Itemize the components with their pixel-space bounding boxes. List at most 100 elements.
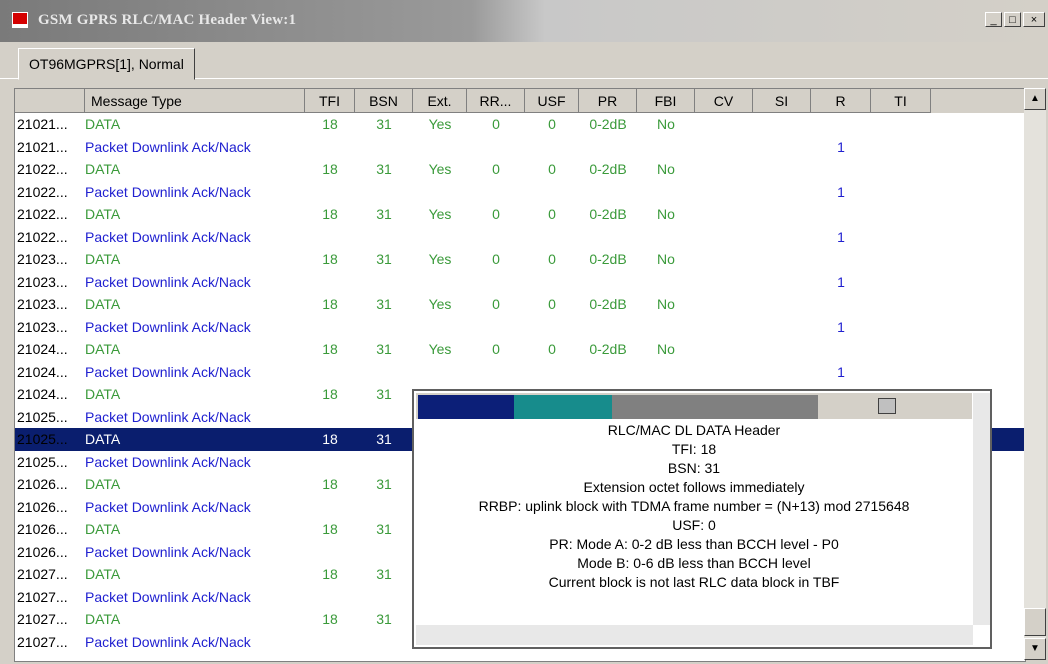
table-row[interactable]: 21022... DATA 18 31 Yes 0 0 0-2dB No	[15, 158, 1025, 181]
cell-rr: 0	[492, 206, 500, 222]
window-title: GSM GPRS RLC/MAC Header View:1	[38, 12, 297, 28]
cell-ext: Yes	[428, 206, 452, 222]
column-header-fbi[interactable]: FBI	[637, 89, 695, 113]
cell-pr: 0-2dB	[589, 161, 627, 177]
close-button[interactable]: ×	[1023, 12, 1045, 27]
table-row[interactable]: 21023... DATA 18 31 Yes 0 0 0-2dB No	[15, 248, 1025, 271]
table-row[interactable]: 21023... DATA 18 31 Yes 0 0 0-2dB No	[15, 293, 1025, 316]
column-header-usf[interactable]: USF	[525, 89, 579, 113]
tab-ot96mgprs[interactable]: OT96MGPRS[1], Normal	[18, 48, 195, 80]
row-id: 21025...	[17, 453, 68, 470]
column-header-ti[interactable]: TI	[871, 89, 931, 113]
column-header-si[interactable]: SI	[753, 89, 811, 113]
row-id: 21024...	[17, 341, 68, 357]
table-row[interactable]: 21022... Packet Downlink Ack/Nack 1	[15, 226, 1025, 249]
table-row[interactable]: 21021... DATA 18 31 Yes 0 0 0-2dB No	[15, 113, 1025, 136]
cell-fbi: No	[657, 251, 675, 267]
cell-bsn: 31	[376, 341, 392, 357]
tab-strip: OT96MGPRS[1], Normal	[0, 42, 1048, 84]
minimize-button[interactable]: _	[985, 12, 1002, 27]
cell-type: Packet Downlink Ack/Nack	[85, 138, 251, 155]
title-bar[interactable]: GSM GPRS RLC/MAC Header View:1 _ □ ×	[0, 0, 1048, 42]
cell-type: Packet Downlink Ack/Nack	[85, 318, 251, 335]
header-detail-popup[interactable]: × RLC/MAC DL DATA Header TFI: 18 BSN: 31 Ex…	[412, 389, 992, 649]
cell-bsn: 31	[376, 296, 392, 312]
popup-line: BSN: 31	[667, 460, 721, 476]
scroll-up-button[interactable]: ▲	[1024, 88, 1046, 110]
cell-rr: 0	[492, 161, 500, 177]
cell-tfi: 18	[322, 341, 338, 357]
cell-type: Packet Downlink Ack/Nack	[85, 543, 251, 560]
row-id: 21022...	[17, 228, 68, 245]
cell-bsn: 31	[376, 521, 392, 537]
cell-type: DATA	[85, 251, 121, 267]
row-id: 21021...	[17, 138, 68, 155]
vertical-scrollbar[interactable]: ▲ ▼	[1024, 88, 1046, 660]
row-id: 21027...	[17, 633, 68, 650]
print-icon[interactable]	[878, 398, 896, 414]
cell-bsn: 31	[376, 611, 392, 627]
popup-horizontal-scrollbar[interactable]	[416, 625, 973, 645]
popup-line: RLC/MAC DL DATA Header	[607, 422, 781, 438]
cell-type: Packet Downlink Ack/Nack	[85, 183, 251, 200]
cell-rr: 0	[492, 296, 500, 312]
table-row[interactable]: 21022... DATA 18 31 Yes 0 0 0-2dB No	[15, 203, 1025, 226]
cell-type: DATA	[85, 566, 121, 582]
popup-line: Mode B: 0-6 dB less than BCCH level	[577, 555, 811, 571]
row-id: 21024...	[17, 363, 68, 380]
cell-ext: Yes	[428, 161, 452, 177]
cell-usf: 0	[548, 251, 556, 267]
header-corner[interactable]	[15, 89, 85, 113]
cell-bsn: 31	[376, 206, 392, 222]
column-header-r[interactable]: R	[811, 89, 871, 113]
cell-fbi: No	[657, 206, 675, 222]
popup-line: PR: Mode A: 0-2 dB less than BCCH level …	[549, 536, 839, 552]
popup-line: RRBP: uplink block with TDMA frame numbe…	[478, 498, 910, 514]
row-id: 21023...	[17, 318, 68, 335]
cell-bsn: 31	[376, 161, 392, 177]
cell-usf: 0	[548, 206, 556, 222]
cell-usf: 0	[548, 116, 556, 132]
maximize-button[interactable]: □	[1004, 12, 1021, 27]
popup-text: RLC/MAC DL DATA Header TFI: 18 BSN: 31 Exte…	[414, 421, 974, 592]
column-header-bsn[interactable]: BSN	[355, 89, 413, 113]
popup-color-bar: ×	[416, 393, 984, 419]
row-id: 21025...	[17, 431, 68, 447]
row-id: 21022...	[17, 206, 68, 222]
cell-ext: Yes	[428, 296, 452, 312]
column-header-rr[interactable]: RR...	[467, 89, 525, 113]
cell-tfi: 18	[322, 161, 338, 177]
cell-type: DATA	[85, 206, 121, 222]
cell-type: DATA	[85, 341, 121, 357]
row-id: 21023...	[17, 273, 68, 290]
cell-r: 1	[837, 228, 845, 245]
cell-type: DATA	[85, 611, 121, 627]
column-header-pr[interactable]: PR	[579, 89, 637, 113]
cell-tfi: 18	[322, 116, 338, 132]
cell-rr: 0	[492, 341, 500, 357]
table-row[interactable]: 21023... Packet Downlink Ack/Nack 1	[15, 316, 1025, 339]
scroll-down-button[interactable]: ▼	[1024, 638, 1046, 660]
cell-pr: 0-2dB	[589, 206, 627, 222]
table-row[interactable]: 21022... Packet Downlink Ack/Nack 1	[15, 181, 1025, 204]
column-header-ext[interactable]: Ext.	[413, 89, 467, 113]
table-row[interactable]: 21021... Packet Downlink Ack/Nack 1	[15, 136, 1025, 159]
table-row[interactable]: 21023... Packet Downlink Ack/Nack 1	[15, 271, 1025, 294]
popup-line: USF: 0	[672, 517, 716, 533]
scroll-thumb[interactable]	[1024, 608, 1046, 636]
cell-ext: Yes	[428, 116, 452, 132]
table-row[interactable]: 21024... Packet Downlink Ack/Nack 1	[15, 361, 1025, 384]
column-header-cv[interactable]: CV	[695, 89, 753, 113]
column-header-type[interactable]: Message Type	[85, 89, 305, 113]
cell-usf: 0	[548, 341, 556, 357]
popup-vertical-scrollbar[interactable]	[973, 393, 990, 625]
cell-r: 1	[837, 138, 845, 155]
row-id: 21021...	[17, 116, 68, 132]
cell-rr: 0	[492, 251, 500, 267]
row-id: 21026...	[17, 498, 68, 515]
cell-bsn: 31	[376, 566, 392, 582]
table-row[interactable]: 21024... DATA 18 31 Yes 0 0 0-2dB No	[15, 338, 1025, 361]
column-header-tfi[interactable]: TFI	[305, 89, 355, 113]
popup-line: TFI: 18	[671, 441, 717, 457]
row-id: 21025...	[17, 408, 68, 425]
